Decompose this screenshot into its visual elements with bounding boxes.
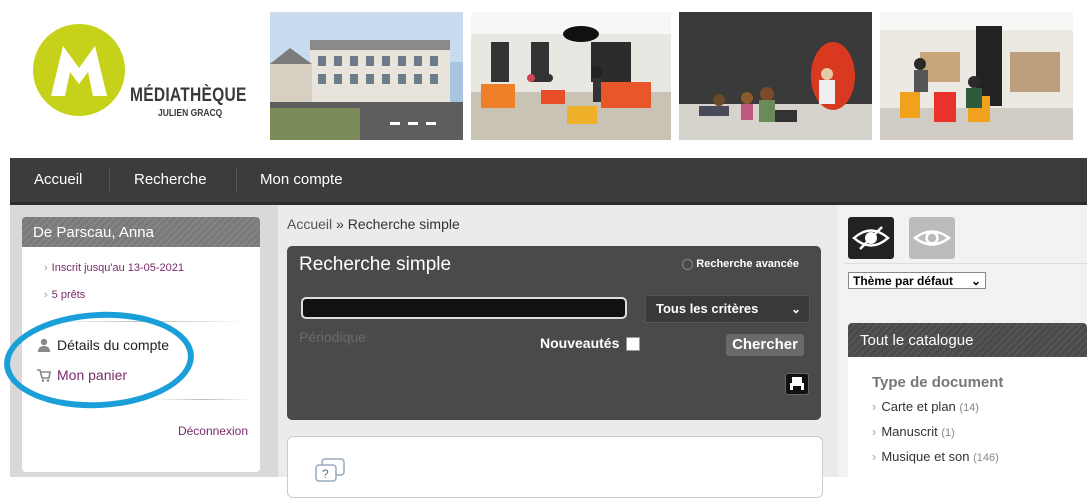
breadcrumb-current: Recherche simple	[347, 216, 460, 232]
catalog-facets-panel: Tout le catalogue Type de document › Cart…	[848, 323, 1087, 477]
facet-label: Carte et plan	[881, 399, 956, 414]
logo-m-icon	[51, 46, 107, 96]
search-input[interactable]	[301, 297, 627, 319]
logout-link[interactable]: Déconnexion	[178, 424, 248, 438]
loans-label: 5 prêts	[51, 289, 86, 301]
chevron-down-icon: ⌄	[790, 302, 801, 316]
chevron-right-icon: ›	[872, 449, 877, 464]
mediatheque-logo[interactable]: MÉDIATHÈQUE JULIEN GRACQ	[30, 24, 265, 134]
logo-subtitle: JULIEN GRACQ	[158, 108, 223, 119]
eye-contrast-icon	[852, 226, 890, 250]
chevron-right-icon: ›	[44, 262, 48, 274]
advanced-search-link[interactable]: Recherche avancée	[682, 258, 799, 270]
periodical-field[interactable]: Périodique	[299, 329, 366, 345]
new-items-label: Nouveautés	[540, 335, 620, 351]
nav-recherche[interactable]: Recherche	[134, 158, 207, 202]
chevron-right-icon: ›	[44, 289, 48, 301]
search-icon	[682, 259, 694, 270]
high-contrast-button[interactable]	[848, 217, 894, 259]
simple-search-box: Recherche simple Recherche avancée Tous …	[287, 246, 821, 420]
theme-value: Thème par défaut	[853, 274, 954, 288]
banner-photo-reading-room	[471, 12, 671, 140]
user-name: De Parscau, Anna	[33, 224, 154, 241]
nav-accueil[interactable]: Accueil	[34, 158, 82, 202]
criteria-value: Tous les critères	[656, 301, 759, 316]
breadcrumb-separator: »	[336, 216, 344, 232]
site-header: MÉDIATHÈQUE JULIEN GRACQ	[0, 0, 1087, 155]
print-button[interactable]	[785, 373, 809, 395]
facet-count: (146)	[973, 452, 999, 464]
divider	[845, 263, 1087, 264]
registration-info[interactable]: › Inscrit jusqu'au 13-05-2021	[44, 262, 184, 274]
facet-count: (14)	[959, 402, 979, 414]
facet-manuscrit[interactable]: › Manuscrit (1)	[872, 424, 955, 439]
divider	[152, 399, 252, 400]
facet-label: Manuscrit	[881, 424, 938, 439]
chevron-right-icon: ›	[872, 399, 877, 414]
facet-musique-et-son[interactable]: › Musique et son (146)	[872, 449, 999, 464]
facet-carte-et-plan[interactable]: › Carte et plan (14)	[872, 399, 979, 414]
theme-select[interactable]: Thème par défaut ⌄	[848, 272, 986, 289]
nav-mon-compte[interactable]: Mon compte	[260, 158, 343, 202]
chevron-right-icon: ›	[872, 424, 877, 439]
print-icon	[790, 377, 804, 391]
help-question-icon[interactable]: ?	[314, 457, 346, 483]
banner-photo-building	[270, 12, 463, 140]
banner-photo-study-area	[880, 12, 1073, 140]
advanced-search-label: Recherche avancée	[696, 258, 799, 270]
nav-separator	[236, 168, 237, 192]
normal-view-button[interactable]	[909, 217, 955, 259]
catalog-header: Tout le catalogue	[848, 323, 1087, 357]
catalog-title: Tout le catalogue	[860, 332, 974, 349]
user-panel-header: De Parscau, Anna	[22, 217, 260, 247]
facet-group-title: Type de document	[872, 374, 1004, 391]
main-navigation: Accueil Recherche Mon compte	[10, 158, 1087, 205]
loans-link[interactable]: › 5 prêts	[44, 289, 85, 301]
facet-count: (1)	[941, 427, 955, 439]
criteria-select[interactable]: Tous les critères ⌄	[645, 295, 810, 323]
new-items-checkbox[interactable]	[626, 337, 640, 351]
chevron-down-icon: ⌄	[970, 274, 981, 288]
breadcrumb: Accueil » Recherche simple	[287, 216, 460, 232]
banner-photo-kids-reading	[679, 12, 872, 140]
svg-text:?: ?	[322, 467, 329, 481]
search-title: Recherche simple	[299, 254, 452, 275]
eye-icon	[912, 230, 952, 246]
logo-title: MÉDIATHÈQUE	[130, 85, 247, 106]
facet-label: Musique et son	[881, 449, 970, 464]
breadcrumb-home[interactable]: Accueil	[287, 216, 332, 232]
help-box: ?	[287, 436, 823, 498]
search-button[interactable]: Chercher	[726, 334, 804, 356]
registration-label: Inscrit jusqu'au 13-05-2021	[51, 262, 185, 274]
nav-separator	[109, 168, 110, 192]
